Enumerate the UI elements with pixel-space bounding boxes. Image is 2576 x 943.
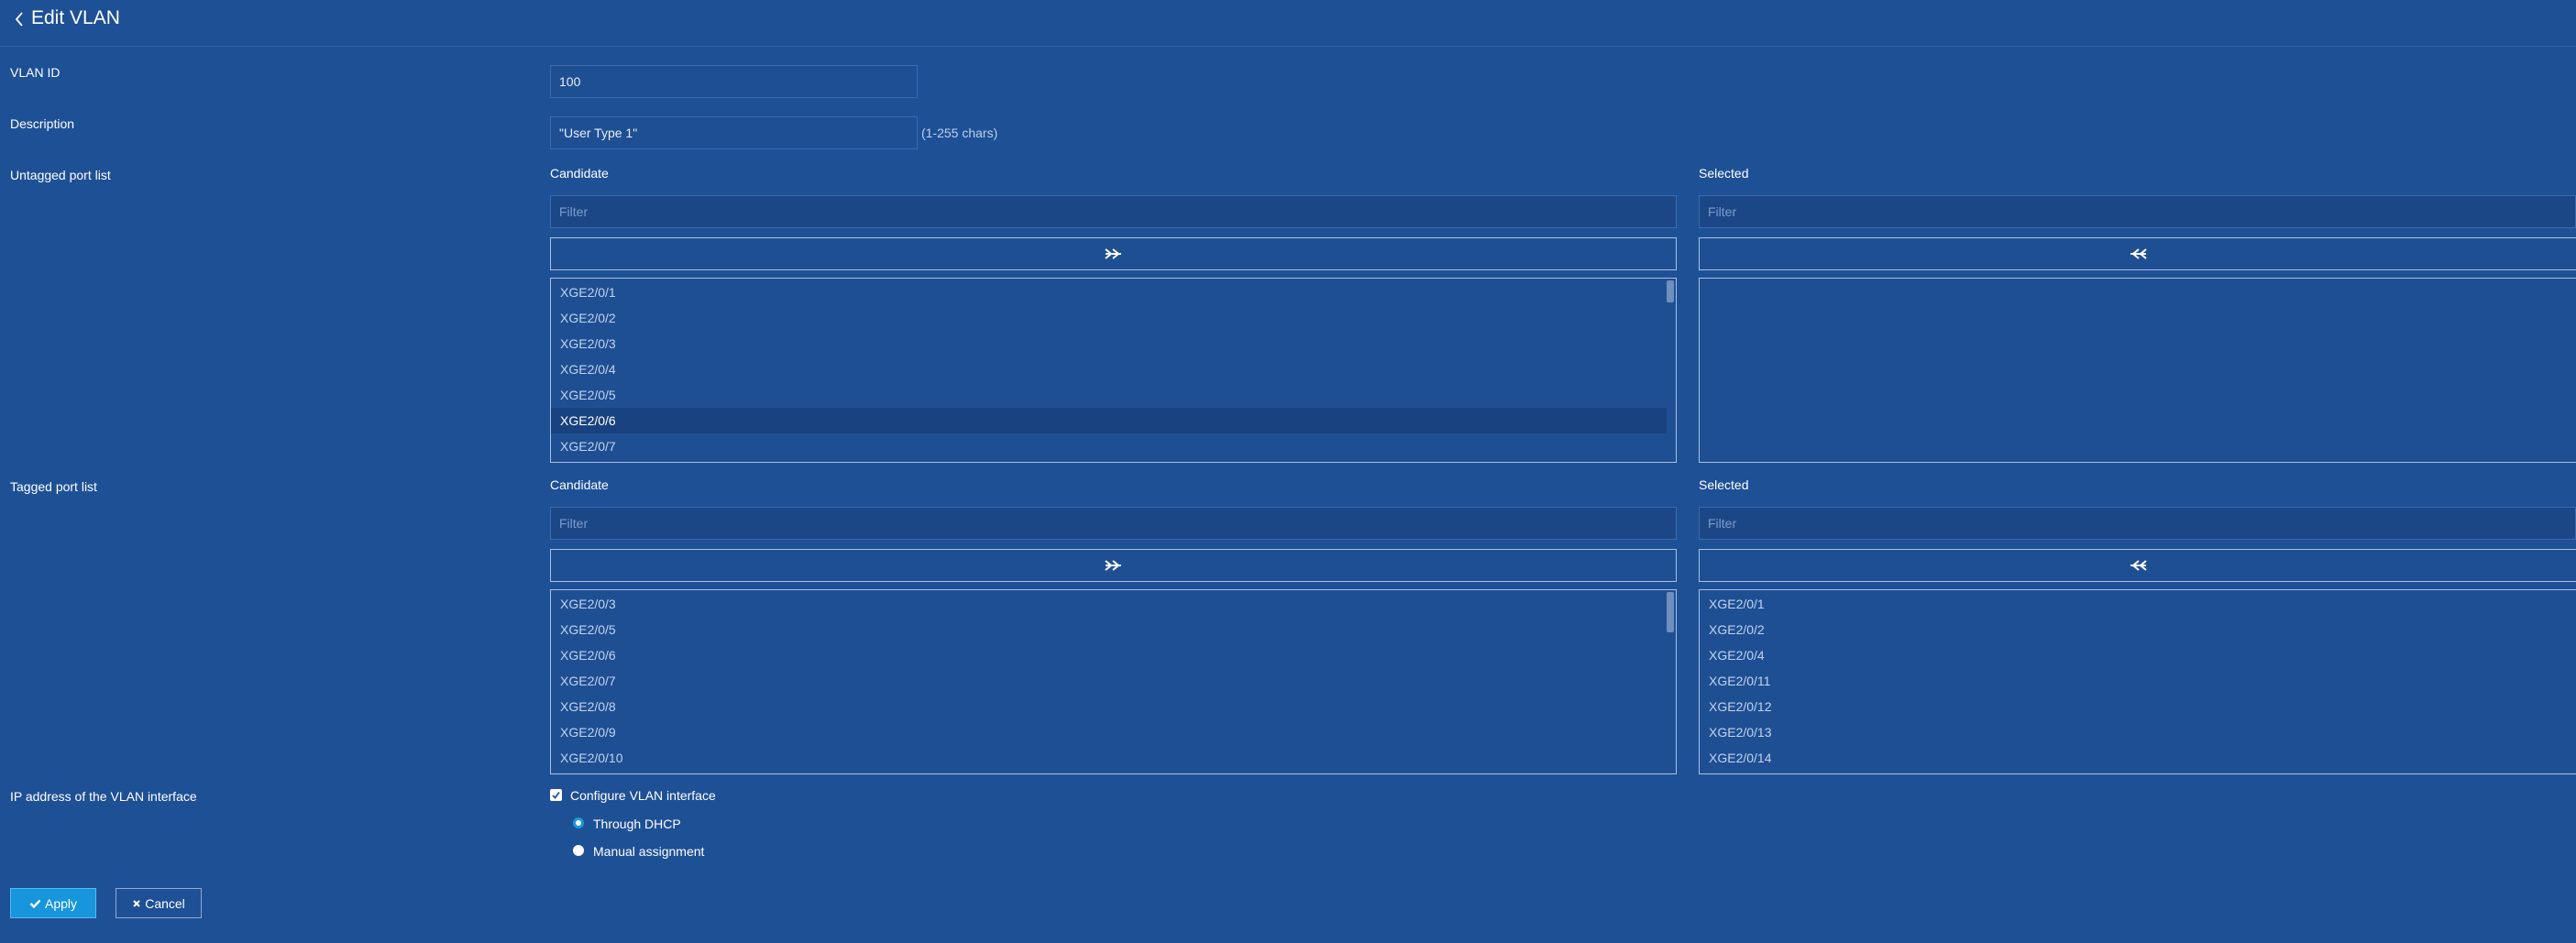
list-item[interactable]: XGE2/0/4: [1700, 642, 2567, 668]
list-item[interactable]: XGE2/0/7: [551, 433, 1667, 459]
list-item[interactable]: XGE2/0/1: [1700, 591, 2567, 617]
cancel-button[interactable]: Cancel: [116, 888, 202, 918]
apply-button[interactable]: Apply: [10, 888, 96, 918]
vlan-id-input[interactable]: 100: [550, 65, 918, 98]
untagged-candidate-list[interactable]: XGE2/0/1 XGE2/0/2 XGE2/0/3 XGE2/0/4 XGE2…: [550, 278, 1677, 463]
list-item[interactable]: XGE2/0/2: [551, 305, 1667, 331]
untagged-port-list-label: Untagged port list: [10, 168, 111, 182]
configure-vlan-interface-checkbox[interactable]: [550, 789, 562, 801]
list-item[interactable]: XGE2/0/7: [551, 668, 1667, 694]
double-arrow-right-icon: [1104, 248, 1121, 259]
list-item[interactable]: XGE2/0/5: [551, 382, 1667, 408]
description-input[interactable]: "User Type 1": [550, 116, 918, 149]
through-dhcp-label: Through DHCP: [593, 817, 681, 831]
tagged-candidate-list[interactable]: XGE2/0/3 XGE2/0/5 XGE2/0/6 XGE2/0/7 XGE2…: [550, 589, 1677, 774]
list-item[interactable]: XGE2/0/8: [551, 694, 1667, 719]
tagged-add-button[interactable]: [550, 549, 1677, 582]
list-item[interactable]: XGE2/0/2: [1700, 617, 2567, 642]
tagged-selected-filter[interactable]: Filter: [1699, 507, 2576, 540]
apply-label: Apply: [44, 895, 78, 911]
cancel-label: Cancel: [145, 895, 185, 911]
through-dhcp-radio[interactable]: [573, 817, 584, 828]
tagged-candidate-filter[interactable]: Filter: [550, 507, 1677, 540]
untagged-remove-button[interactable]: [1699, 237, 2576, 270]
double-arrow-left-icon: [2130, 560, 2147, 571]
check-icon: [29, 899, 41, 908]
list-item[interactable]: XGE2/0/12: [1700, 694, 2567, 719]
list-item[interactable]: XGE2/0/3: [551, 331, 1667, 356]
untagged-selected-filter[interactable]: Filter: [1699, 195, 2576, 228]
untagged-candidate-heading: Candidate: [550, 166, 609, 181]
manual-assignment-label: Manual assignment: [593, 844, 705, 859]
list-item[interactable]: XGE2/0/11: [1700, 668, 2567, 694]
scrollbar-thumb[interactable]: [1667, 592, 1674, 632]
ip-address-label: IP address of the VLAN interface: [10, 789, 197, 804]
list-item[interactable]: XGE2/0/9: [551, 719, 1667, 745]
list-item[interactable]: XGE2/0/3: [551, 591, 1667, 617]
close-icon: [133, 899, 140, 907]
description-length-hint: (1-255 chars): [921, 126, 998, 140]
double-arrow-left-icon: [2130, 248, 2147, 259]
untagged-selected-heading: Selected: [1699, 166, 1749, 181]
page-header: Edit VLAN: [0, 0, 2576, 47]
tagged-remove-button[interactable]: [1699, 549, 2576, 582]
list-item[interactable]: XGE2/0/1: [551, 280, 1667, 305]
list-item[interactable]: XGE2/0/14: [1700, 745, 2567, 771]
scrollbar-thumb[interactable]: [1667, 280, 1674, 302]
untagged-selected-list[interactable]: [1699, 278, 2576, 463]
page-title: Edit VLAN: [31, 7, 120, 28]
list-item[interactable]: XGE2/0/13: [1700, 719, 2567, 745]
list-item[interactable]: XGE2/0/10: [551, 745, 1667, 771]
list-item[interactable]: XGE2/0/5: [551, 617, 1667, 642]
vlan-id-label: VLAN ID: [10, 65, 61, 80]
tagged-port-list-label: Tagged port list: [10, 479, 97, 494]
configure-vlan-interface-label: Configure VLAN interface: [570, 788, 716, 803]
tagged-selected-heading: Selected: [1699, 477, 1749, 492]
list-item-highlighted[interactable]: XGE2/0/6: [551, 408, 1667, 433]
double-arrow-right-icon: [1104, 560, 1121, 571]
untagged-add-button[interactable]: [550, 237, 1677, 270]
checkmark-icon: [552, 791, 560, 799]
tagged-selected-list[interactable]: XGE2/0/1 XGE2/0/2 XGE2/0/4 XGE2/0/11 XGE…: [1699, 589, 2576, 774]
list-item[interactable]: XGE2/0/4: [551, 356, 1667, 382]
untagged-candidate-filter[interactable]: Filter: [550, 195, 1677, 228]
chevron-left-icon[interactable]: [13, 10, 26, 28]
list-item[interactable]: XGE2/0/6: [551, 642, 1667, 668]
description-label: Description: [10, 116, 75, 131]
manual-assignment-radio[interactable]: [573, 845, 584, 856]
tagged-candidate-heading: Candidate: [550, 477, 609, 492]
